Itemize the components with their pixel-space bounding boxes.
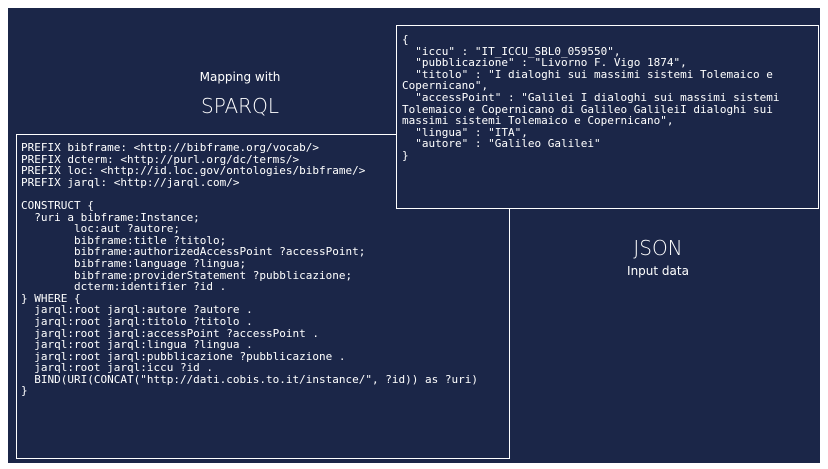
sparql-code-line: jarql:root jarql:lingua ?lingua .	[21, 338, 253, 352]
json-code-box: { "iccu" : "IT_ICCU_SBL0_059550", "pubbl…	[396, 25, 819, 209]
sparql-code-line: dcterm:identifier ?id .	[21, 280, 227, 294]
json-code-line: massimi sistemi Tolemaico e Copernicano"…	[402, 114, 674, 128]
sparql-code-line: }	[21, 384, 28, 398]
mapping-title: SPARQL	[201, 94, 279, 118]
sparql-code-line: jarql:root jarql:titolo ?titolo .	[21, 314, 253, 328]
sparql-code-line: BIND(URI(CONCAT("http://dati.cobis.to.it…	[21, 372, 478, 386]
json-caption: Input data	[627, 264, 689, 278]
sparql-code-line: loc:aut ?autore;	[21, 222, 180, 236]
json-code-line: }	[402, 148, 409, 162]
json-code-line: "autore" : "Galileo Galilei"	[402, 137, 601, 151]
json-title: JSON	[633, 236, 683, 260]
sparql-code-line: bibframe:language ?lingua;	[21, 256, 247, 270]
json-code-line: {	[402, 33, 409, 46]
mapping-caption: Mapping with	[199, 70, 281, 84]
json-code-line: "accessPoint" : "Galilei I dialoghi sui …	[402, 90, 780, 104]
